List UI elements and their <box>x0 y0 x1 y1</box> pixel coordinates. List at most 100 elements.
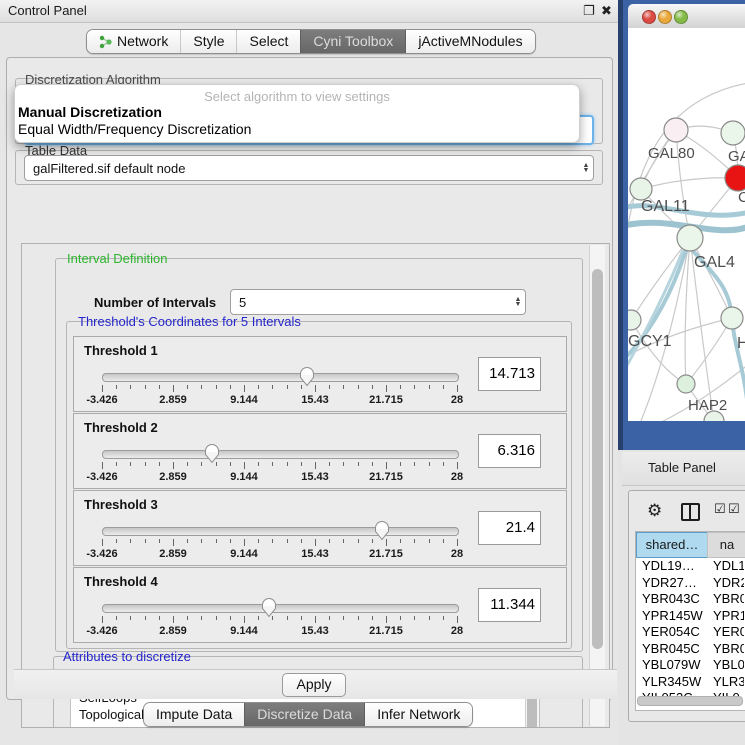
table-row[interactable]: YDL19…YDL1 <box>636 558 745 575</box>
threshold-slider-thumb[interactable] <box>374 520 390 541</box>
network-node[interactable] <box>664 118 688 142</box>
threshold-slider-thumb[interactable] <box>261 597 277 618</box>
pane-scrollbar[interactable] <box>589 245 605 726</box>
thresholds-groupbox: Threshold's Coordinates for 5 Intervals … <box>66 321 572 649</box>
close-traffic-light-icon[interactable] <box>642 10 656 24</box>
threshold-slider-track[interactable] <box>102 450 459 459</box>
threshold-label: Threshold 4 <box>84 574 158 589</box>
tick-label: 2.859 <box>159 548 187 560</box>
tick-label: 15.43 <box>301 625 329 637</box>
popup-option-manual-discretization[interactable]: Manual Discretization <box>18 104 162 120</box>
node-attribute-table[interactable]: shared…na YDL19…YDL1YDR27…YDR2YBR043CYBR… <box>635 531 745 711</box>
stepper-icon: ▲▼ <box>511 297 525 307</box>
threshold-slider-track[interactable] <box>102 527 459 536</box>
select-columns-checkbox-icon[interactable]: ☑ <box>714 501 726 517</box>
threshold-value-field[interactable]: 21.4 <box>478 511 541 545</box>
zoom-traffic-light-icon[interactable] <box>674 10 688 24</box>
threshold-box-3: Threshold 3-3.4262.8599.14415.4321.71528… <box>73 490 567 566</box>
table-row[interactable]: YDR27…YDR2 <box>636 575 745 592</box>
tick-label: 28 <box>451 471 463 483</box>
table-horizontal-scrollbar[interactable] <box>637 696 743 706</box>
threshold-slider-track[interactable] <box>102 373 459 382</box>
gear-icon[interactable]: ⚙ <box>647 501 662 521</box>
interval-definition-groupbox: Interval Definition Number of Intervals … <box>55 258 583 652</box>
bottom-tab-label: Impute Data <box>156 706 232 722</box>
bottom-tab-label: Discretize Data <box>257 706 352 722</box>
threshold-slider-thumb[interactable] <box>299 366 315 387</box>
tick-label: 2.859 <box>159 625 187 637</box>
table-data-combobox[interactable]: galFiltered.sif default node ▲▼ <box>24 155 594 181</box>
cyni-bottom-tabs: Impute Data Discretize Data Infer Network <box>143 702 473 727</box>
tick-label: 9.144 <box>230 471 258 483</box>
network-node[interactable] <box>721 121 745 145</box>
tab-label: Cyni Toolbox <box>313 33 393 49</box>
column-header-shared[interactable]: shared… <box>636 532 708 558</box>
threshold-slider-ticks <box>102 385 457 393</box>
table-data-combobox-value: galFiltered.sif default node <box>25 161 579 176</box>
network-node[interactable] <box>725 165 745 191</box>
tick-label: 2.859 <box>159 471 187 483</box>
tick-label: 21.715 <box>369 548 403 560</box>
minimize-traffic-light-icon[interactable] <box>658 10 672 24</box>
table-row[interactable]: YLR345WYLR3 <box>636 674 745 691</box>
threshold-value-field[interactable]: 6.316 <box>478 434 541 468</box>
tab-jactivemnodules[interactable]: jActiveMNodules <box>405 30 534 53</box>
bottom-tab-label: Infer Network <box>377 706 460 722</box>
threshold-slider-thumb[interactable] <box>204 443 220 464</box>
network-node[interactable] <box>628 310 641 330</box>
network-edge <box>692 250 745 408</box>
threshold-slider-tick-labels: -3.4262.8599.14415.4321.71528 <box>102 471 457 483</box>
tick-label: 9.144 <box>230 548 258 560</box>
threshold-slider-track[interactable] <box>102 604 459 613</box>
network-node[interactable] <box>677 375 695 393</box>
apply-button[interactable]: Apply <box>282 673 346 697</box>
network-node[interactable] <box>677 225 703 251</box>
tab-cyni-toolbox[interactable]: Cyni Toolbox <box>300 30 405 53</box>
network-window-frame-edge <box>618 0 623 450</box>
tick-label: -3.426 <box>86 471 117 483</box>
table-row[interactable]: YBR043CYBR0 <box>636 591 745 608</box>
threshold-label: Threshold 1 <box>84 343 158 358</box>
close-icon[interactable]: ✖ <box>601 3 612 19</box>
threshold-box-1: Threshold 1-3.4262.8599.14415.4321.71528… <box>73 336 567 412</box>
table-row[interactable]: YBL079WYBL0 <box>636 657 745 674</box>
table-cell: YDR2 <box>713 575 744 590</box>
select-rows-checkbox-icon[interactable]: ☑ <box>728 501 740 517</box>
split-columns-icon[interactable] <box>681 503 700 521</box>
bottom-tab-impute-data[interactable]: Impute Data <box>144 703 244 726</box>
table-panel: ⚙ ☑ ☑ shared…na YDL19…YDL1YDR27…YDR2YBR0… <box>628 490 745 722</box>
tick-label: 28 <box>451 625 463 637</box>
table-cell: YBR045C <box>642 641 705 656</box>
bottom-tab-infer-network[interactable]: Infer Network <box>364 703 472 726</box>
network-window-titlebar <box>628 4 745 29</box>
network-node-label: GCY1 <box>628 333 672 350</box>
table-row[interactable]: YER054CYER0 <box>636 624 745 641</box>
tick-label: 21.715 <box>369 471 403 483</box>
network-node[interactable] <box>630 178 652 200</box>
number-of-intervals-value: 5 <box>231 295 511 310</box>
table-row[interactable]: YPR145WYPR1 <box>636 608 745 625</box>
table-cell: YER054C <box>642 624 705 639</box>
bottom-tab-discretize-data[interactable]: Discretize Data <box>244 703 364 726</box>
tab-label: jActiveMNodules <box>418 33 522 49</box>
table-cell: YLR345W <box>642 674 705 689</box>
number-of-intervals-combobox[interactable]: 5 ▲▼ <box>230 289 526 315</box>
network-view[interactable]: GAL80GAGAL11CGAL4GCY1HHAP2 <box>628 28 745 421</box>
table-panel-title: Table Panel <box>648 460 716 475</box>
tab-select[interactable]: Select <box>236 30 300 53</box>
table-row[interactable]: YBR045CYBR0 <box>636 641 745 658</box>
threshold-value-field[interactable]: 14.713 <box>478 357 541 391</box>
tick-label: 28 <box>451 548 463 560</box>
threshold-box-4: Threshold 4-3.4262.8599.14415.4321.71528… <box>73 567 567 643</box>
float-window-icon[interactable]: ❐ <box>583 3 595 19</box>
tab-style[interactable]: Style <box>180 30 236 53</box>
tab-network[interactable]: Network <box>87 30 180 53</box>
column-header-na[interactable]: na <box>707 532 745 558</box>
network-node-label: C <box>738 189 745 206</box>
popup-option-equal-width-frequency[interactable]: Equal Width/Frequency Discretization <box>18 121 251 137</box>
table-cell: YBR0 <box>713 591 744 606</box>
network-edge <box>631 320 686 384</box>
threshold-value-field[interactable]: 11.344 <box>478 588 541 622</box>
network-node-label: GAL4 <box>694 254 735 271</box>
network-node[interactable] <box>721 307 743 329</box>
